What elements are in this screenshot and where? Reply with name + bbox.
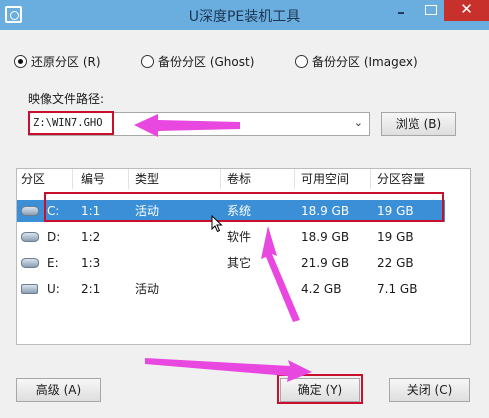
browse-button[interactable]: 浏览 (B): [381, 112, 456, 136]
column-header-type[interactable]: 类型: [131, 169, 221, 189]
radio-backup-ghost[interactable]: 备份分区 (Ghost): [141, 53, 254, 69]
cell-size: 22 GB: [377, 256, 414, 270]
cell-drive: E:: [47, 256, 59, 270]
cell-type: [131, 226, 135, 248]
cell-drive: D:: [47, 230, 61, 244]
image-path-value: Z:\WIN7.GHO: [33, 117, 103, 129]
radio-dot-icon: [295, 54, 308, 68]
advanced-button[interactable]: 高级 (A): [16, 378, 101, 402]
cell-type: 活动: [135, 204, 160, 218]
cell-number: 2:1: [81, 282, 101, 296]
mouse-cursor-icon: [211, 215, 223, 233]
partition-row-u[interactable]: U: 2:1 活动 4.2 GB 7.1 GB: [17, 278, 445, 300]
partition-row-e[interactable]: E: 1:3 其它 21.9 GB 22 GB: [17, 252, 445, 274]
cell-number: 1:3: [81, 256, 101, 270]
image-path-combobox[interactable]: Z:\WIN7.GHO ⌄: [28, 112, 370, 136]
hdd-icon: [21, 232, 39, 242]
cell-free: 18.9 GB: [301, 204, 350, 218]
maximize-button[interactable]: [418, 2, 444, 22]
cell-type: [131, 252, 135, 274]
hdd-icon: [21, 206, 39, 216]
cell-free: 18.9 GB: [301, 230, 350, 244]
radio-label: 备份分区 (Ghost): [158, 54, 255, 69]
usb-drive-icon: [21, 284, 38, 294]
column-header-number[interactable]: 编号: [77, 169, 129, 189]
radio-backup-imagex[interactable]: 备份分区 (Imagex): [295, 53, 418, 69]
minimize-button[interactable]: –: [388, 2, 414, 24]
image-path-label: 映像文件路径:: [28, 92, 105, 106]
cell-free: 4.2 GB: [301, 282, 342, 296]
cell-size: 19 GB: [377, 204, 414, 218]
title-bar: U深度PE装机工具 – ✕: [0, 0, 489, 30]
column-header-partition[interactable]: 分区: [17, 169, 73, 189]
partition-row-d[interactable]: D: 1:2 软件 18.9 GB 19 GB: [17, 226, 445, 248]
column-header-free-space[interactable]: 可用空间: [297, 169, 371, 189]
cell-label: [223, 278, 227, 300]
cell-number: 1:2: [81, 230, 101, 244]
cell-drive: C:: [47, 204, 60, 218]
cell-drive: U:: [47, 282, 60, 296]
radio-dot-icon: [141, 54, 154, 68]
column-header-capacity[interactable]: 分区容量: [373, 169, 445, 189]
cell-size: 7.1 GB: [377, 282, 418, 296]
partition-list[interactable]: 分区 编号 类型 卷标 可用空间 分区容量 C: 1:1 活动 系统 18.9 …: [16, 168, 471, 345]
cell-label: 系统: [227, 204, 252, 218]
radio-label: 备份分区 (Imagex): [312, 54, 418, 69]
column-header-label[interactable]: 卷标: [223, 169, 295, 189]
cell-size: 19 GB: [377, 230, 414, 244]
chevron-down-icon[interactable]: ⌄: [354, 116, 363, 129]
radio-restore-partition[interactable]: 还原分区 (R): [14, 53, 101, 69]
cell-label: 软件: [227, 230, 252, 244]
radio-label: 还原分区 (R): [31, 54, 101, 69]
ok-button[interactable]: 确定 (Y): [280, 378, 360, 402]
cell-free: 21.9 GB: [301, 256, 350, 270]
hdd-icon: [21, 258, 39, 268]
window-title: U深度PE装机工具: [188, 9, 301, 25]
partition-row-c[interactable]: C: 1:1 活动 系统 18.9 GB 19 GB: [17, 200, 445, 222]
close-button[interactable]: 关闭 (C): [389, 378, 470, 402]
cell-type: 活动: [135, 282, 160, 296]
cell-label: 其它: [227, 256, 252, 270]
cell-number: 1:1: [81, 204, 101, 218]
radio-dot-icon: [14, 54, 27, 68]
close-window-button[interactable]: ✕: [444, 0, 489, 21]
